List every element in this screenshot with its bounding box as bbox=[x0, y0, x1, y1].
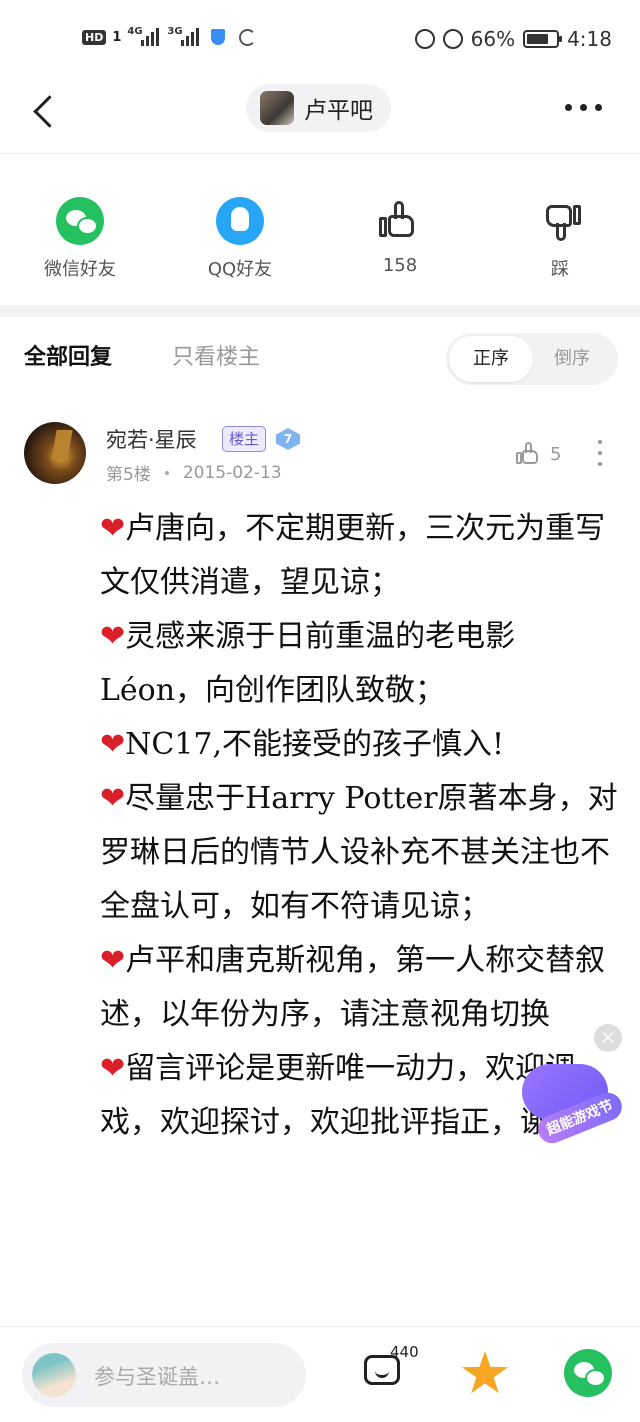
sort-toggle: 正序 倒序 bbox=[446, 333, 618, 385]
battery-icon bbox=[523, 30, 563, 48]
wechat-icon bbox=[56, 197, 104, 245]
heart-icon: ❤ bbox=[100, 781, 126, 816]
dislike-button[interactable]: 踩 bbox=[500, 197, 620, 281]
post-more-icon[interactable] bbox=[598, 440, 602, 466]
tab-all-replies[interactable]: 全部回复 bbox=[24, 339, 112, 371]
reply-placeholder: 参与圣诞盖… bbox=[94, 1365, 220, 1389]
forum-title: 卢平吧 bbox=[304, 98, 373, 124]
data-saver-icon bbox=[414, 29, 435, 49]
post-body: ❤卢唐向，不定期更新，三次元为重写文仅供消遣，望见谅； ❤灵感来源于日前重温的老… bbox=[100, 502, 620, 1150]
battery-percent: 66% bbox=[470, 27, 516, 51]
share-wechat-button[interactable]: 微信好友 bbox=[20, 197, 140, 281]
more-icon[interactable] bbox=[565, 104, 602, 111]
bottom-bar: 参与圣诞盖… 440 bbox=[0, 1326, 640, 1422]
post-line: ❤NC17,不能接受的孩子慎入! bbox=[100, 727, 505, 762]
post-like-button[interactable]: 5 bbox=[514, 440, 561, 468]
post-line: ❤卢唐向，不定期更新，三次元为重写文仅供消遣，望见谅； bbox=[100, 511, 606, 600]
heart-icon: ❤ bbox=[100, 619, 126, 654]
heart-icon: ❤ bbox=[100, 943, 126, 978]
thumbs-up-icon bbox=[514, 440, 542, 468]
status-right: 66% 4:18 bbox=[414, 27, 612, 51]
share-qq-button[interactable]: QQ好友 bbox=[180, 197, 300, 281]
section-divider bbox=[0, 305, 640, 317]
alarm-icon bbox=[442, 29, 463, 49]
share-wechat-label: 微信好友 bbox=[44, 259, 116, 280]
sort-descending-button[interactable]: 倒序 bbox=[532, 336, 612, 382]
share-qq-label: QQ好友 bbox=[207, 259, 273, 280]
post-date: 2015-02-13 bbox=[182, 462, 282, 483]
forum-title-button[interactable]: 卢平吧 bbox=[246, 84, 391, 132]
clock: 4:18 bbox=[567, 27, 612, 51]
status-left: HD 1 4G 3G bbox=[82, 26, 257, 46]
post-meta: 第5楼 2015-02-13 bbox=[106, 460, 282, 486]
meta-separator bbox=[164, 470, 169, 475]
post: 宛若·星辰 楼主 7 第5楼 2015-02-13 5 ❤卢唐向，不定期更新，三… bbox=[0, 400, 640, 1325]
heart-icon: ❤ bbox=[100, 511, 126, 546]
wechat-share-icon[interactable] bbox=[564, 1349, 612, 1397]
sim-number: 1 bbox=[112, 29, 122, 45]
post-line: ❤灵感来源于日前重温的老电影Léon，向创作团队致敬； bbox=[100, 619, 516, 708]
back-icon[interactable] bbox=[30, 92, 60, 132]
sort-ascending-button[interactable]: 正序 bbox=[449, 336, 533, 382]
post-line: ❤卢平和唐克斯视角，第一人称交替叙述，以年份为序，请注意视角切换 bbox=[100, 943, 606, 1032]
shield-icon bbox=[211, 29, 226, 45]
level-badge: 7 bbox=[276, 428, 300, 450]
game-festival-badge[interactable]: 超能游戏节 bbox=[516, 1060, 627, 1156]
thumbs-up-icon bbox=[376, 197, 424, 245]
post-like-count: 5 bbox=[550, 443, 562, 465]
floor-number: 第5楼 bbox=[106, 465, 151, 485]
top-nav: 卢平吧 bbox=[0, 78, 640, 154]
qq-icon bbox=[216, 197, 264, 245]
share-row: 微信好友 QQ好友 158 踩 bbox=[0, 155, 640, 305]
username[interactable]: 宛若·星辰 bbox=[106, 424, 197, 454]
heart-icon: ❤ bbox=[100, 727, 126, 762]
dislike-label: 踩 bbox=[551, 259, 569, 280]
reply-tabs: 全部回复 只看楼主 正序 倒序 bbox=[0, 317, 640, 399]
my-avatar bbox=[32, 1353, 76, 1397]
loading-icon bbox=[239, 28, 257, 46]
avatar[interactable] bbox=[24, 422, 86, 484]
forum-avatar bbox=[260, 91, 294, 125]
heart-icon: ❤ bbox=[100, 1051, 126, 1086]
host-badge: 楼主 bbox=[222, 426, 267, 452]
close-icon[interactable]: × bbox=[594, 1024, 622, 1052]
signal-icon: 4G bbox=[127, 26, 160, 46]
signal-icon-2: 3G bbox=[167, 26, 200, 46]
thumbs-down-icon bbox=[536, 197, 584, 245]
like-button[interactable]: 158 bbox=[340, 197, 460, 276]
tab-host-only[interactable]: 只看楼主 bbox=[172, 339, 260, 371]
hd-badge: HD bbox=[82, 29, 107, 45]
status-bar: HD 1 4G 3G 66% 4:18 bbox=[0, 0, 640, 78]
reply-input[interactable]: 参与圣诞盖… bbox=[22, 1343, 306, 1407]
star-icon[interactable] bbox=[462, 1351, 508, 1394]
post-line: ❤尽量忠于Harry Potter原著本身，对罗琳日后的情节人设补充不甚关注也不… bbox=[100, 781, 618, 924]
emoji-count: 440 bbox=[390, 1343, 419, 1361]
like-count: 158 bbox=[382, 255, 418, 276]
